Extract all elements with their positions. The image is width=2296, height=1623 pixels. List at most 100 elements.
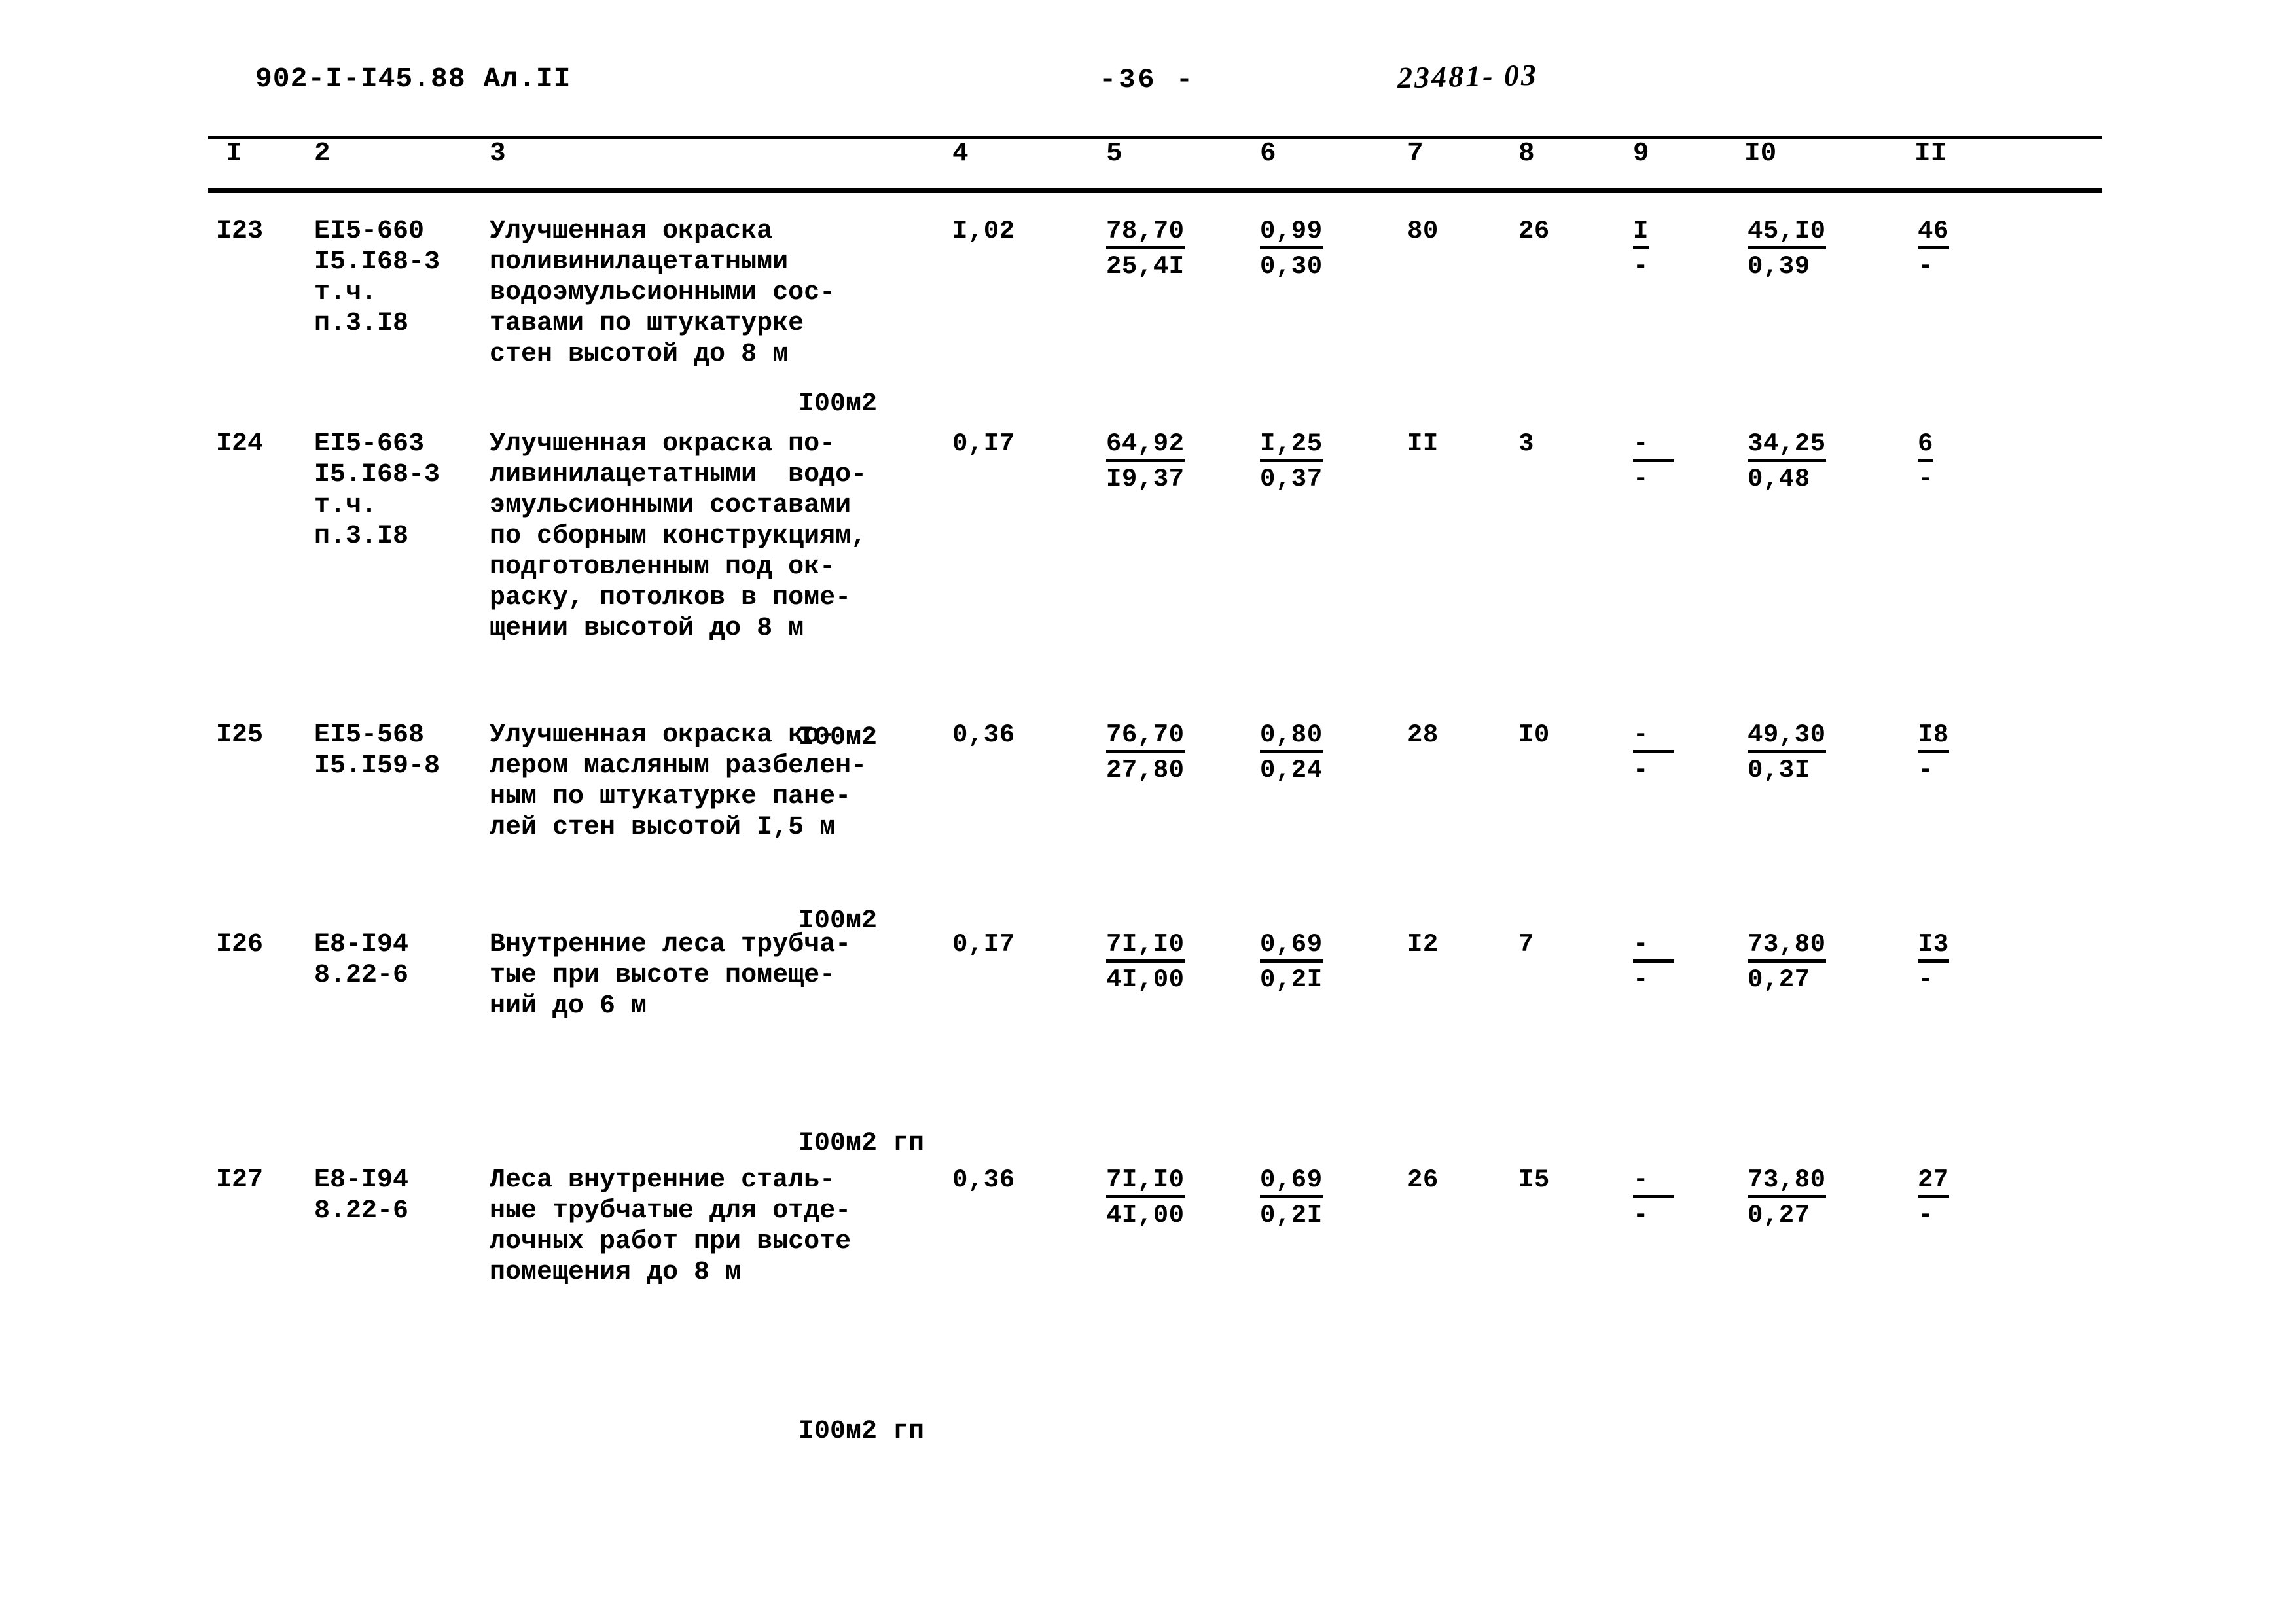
table-column-headers: I 2 3 4 5 6 7 8 9 I0 II [0, 139, 2296, 185]
row-unit-cost: 78,70 25,4I [1106, 216, 1244, 281]
row-unit-cost-top: 78,70 [1106, 217, 1185, 249]
row-material-cost-bottom: 0,27 [1748, 1201, 1810, 1230]
row-unit-of-measure: I00м2 гп [798, 1417, 925, 1446]
row-labor-hours-bottom: - [1918, 1201, 1933, 1230]
description-line: по сборным конструкциям, [490, 522, 867, 551]
row-machine-cost-bottom: - [1633, 252, 1649, 281]
row-unit-of-measure: I00м2 [798, 389, 878, 419]
row-description: Внутренние леса трубча-тые при высоте по… [490, 929, 935, 1022]
description-line: ные трубчатые для отде- [490, 1196, 852, 1226]
row-labor-rate-bottom: 0,30 [1260, 252, 1323, 281]
row-norm-code: EI5-568 I5.I59-8 [314, 720, 478, 781]
row-item-number: I23 [216, 217, 264, 246]
row-unit-cost-bottom: I9,37 [1106, 465, 1185, 493]
row-machine-cost: -- [1633, 1165, 1731, 1230]
description-line: Леса внутренние сталь- [490, 1166, 836, 1195]
row-total-cost: 26 [1407, 1166, 1439, 1194]
row-item-number: I24 [216, 429, 264, 459]
row-material-cost-top: 73,80 [1748, 1166, 1826, 1198]
table-header-rule [208, 188, 2102, 193]
row-description: Улучшенная окраска ко-лером масляным раз… [490, 720, 935, 843]
table-row: I27 E8-I94 8.22-6 Леса внутренние сталь-ные… [0, 1165, 2296, 1446]
row-norm-code: EI5-660 I5.I68-3 т.ч. п.3.I8 [314, 216, 478, 339]
row-unit-cost: 64,92 I9,37 [1106, 429, 1244, 493]
description-line: щении высотой до 8 м [490, 614, 804, 643]
document-code: 902-I-I45.88 Ал.II [255, 63, 571, 95]
row-material-cost-bottom: 0,48 [1748, 465, 1810, 493]
description-line: подготовленным под ок- [490, 552, 836, 582]
row-labor-hours-bottom: - [1918, 965, 1933, 994]
norm-code-line: I5.I68-3 [314, 460, 440, 490]
row-machine-cost-top: - [1633, 429, 1674, 462]
row-material-cost-bottom: 0,39 [1748, 252, 1810, 281]
row-unit-cost: 7I,I0 4I,00 [1106, 929, 1244, 994]
norm-code-line: т.ч. [314, 491, 378, 520]
description-line: помещения до 8 м [490, 1258, 742, 1287]
row-labor-rate: 0,69 0,2I [1260, 1165, 1391, 1230]
norm-code-line: E8-I94 [314, 1166, 409, 1195]
description-line: стен высотой до 8 м [490, 340, 789, 369]
column-header-10: I0 [1744, 139, 1777, 169]
column-header-5: 5 [1106, 139, 1122, 169]
row-material-cost-bottom: 0,3I [1748, 756, 1810, 785]
row-unit-cost: 7I,I0 4I,00 [1106, 1165, 1244, 1230]
row-labor-hours: I3- [1918, 929, 2049, 994]
row-labor-hours-top: I3 [1918, 930, 1949, 963]
description-line: эмульсионными составами [490, 491, 852, 520]
row-labor-hours-top: 6 [1918, 429, 1933, 462]
column-header-8: 8 [1518, 139, 1535, 169]
row-unit-cost-top: 7I,I0 [1106, 930, 1185, 963]
row-labor-hours: 6- [1918, 429, 2049, 493]
description-line: Улучшенная окраска по- [490, 429, 836, 459]
row-machine-cost: -- [1633, 720, 1731, 785]
row-material-cost-bottom: 0,27 [1748, 965, 1810, 994]
norm-code-line: I5.I59-8 [314, 751, 440, 781]
description-line: Внутренние леса трубча- [490, 930, 852, 959]
row-labor-rate-bottom: 0,37 [1260, 465, 1323, 493]
table-row: I25 EI5-568 I5.I59-8 Улучшенная окраска ко-… [0, 720, 2296, 936]
column-header-3: 3 [490, 139, 506, 169]
row-labor-hours-bottom: - [1918, 756, 1933, 785]
column-header-11: II [1914, 139, 1947, 169]
row-labor-hours-bottom: - [1918, 252, 1933, 281]
description-line: водоэмульсионными сос- [490, 278, 836, 308]
description-line: Улучшенная окраска [490, 217, 773, 246]
norm-code-line: 8.22-6 [314, 961, 409, 990]
description-line: лером масляным разбелен- [490, 751, 867, 781]
row-material-cost-top: 73,80 [1748, 930, 1826, 963]
description-line: лочных работ при высоте [490, 1227, 852, 1257]
description-line: тые при высоте помеще- [490, 961, 836, 990]
row-labor-rate: 0,99 0,30 [1260, 216, 1391, 281]
description-line: лей стен высотой I,5 м [490, 813, 836, 842]
norm-code-line: EI5-660 [314, 217, 425, 246]
norm-code-line: I5.I68-3 [314, 247, 440, 277]
row-labor-rate-top: 0,69 [1260, 930, 1323, 963]
row-unit-cost-top: 7I,I0 [1106, 1166, 1185, 1198]
row-labor-rate: I,25 0,37 [1260, 429, 1391, 493]
row-total-cost: I2 [1407, 930, 1439, 959]
row-labor-hours: I8 - [1918, 720, 2049, 785]
row-description: Улучшенная окраска по-ливинилацетатными … [490, 429, 935, 644]
row-unit-cost-bottom: 25,4I [1106, 252, 1185, 281]
row-material-cost-top: 34,25 [1748, 429, 1826, 462]
norm-code-line: EI5-568 [314, 721, 425, 750]
row-norm-code: E8-I94 8.22-6 [314, 1165, 478, 1226]
description-line: ливинилацетатными водо- [490, 460, 867, 490]
row-machine-cost: I- [1633, 216, 1731, 281]
row-unit-cost-bottom: 4I,00 [1106, 965, 1185, 994]
row-material-cost: 49,30 0,3I [1748, 720, 1898, 785]
row-labor-hours: 27 - [1918, 1165, 2049, 1230]
row-quantity: 0,I7 [952, 429, 1015, 458]
row-material-cost-top: 49,30 [1748, 721, 1826, 753]
row-material-cost-top: 45,I0 [1748, 217, 1826, 249]
row-machine-cost: -- [1633, 929, 1731, 994]
table-row: I26 E8-I94 8.22-6 Внутренние леса трубча-ты… [0, 929, 2296, 1158]
row-material-cost: 73,80 0,27 [1748, 929, 1898, 994]
row-norm-code: EI5-663 I5.I68-3 т.ч. п.3.I8 [314, 429, 478, 552]
row-item-number: I25 [216, 721, 264, 750]
row-labor-rate: 0,80 0,24 [1260, 720, 1391, 785]
row-unit-cost-top: 76,70 [1106, 721, 1185, 753]
column-header-2: 2 [314, 139, 331, 169]
row-item-number: I26 [216, 930, 264, 959]
row-labor-rate-bottom: 0,24 [1260, 756, 1323, 785]
